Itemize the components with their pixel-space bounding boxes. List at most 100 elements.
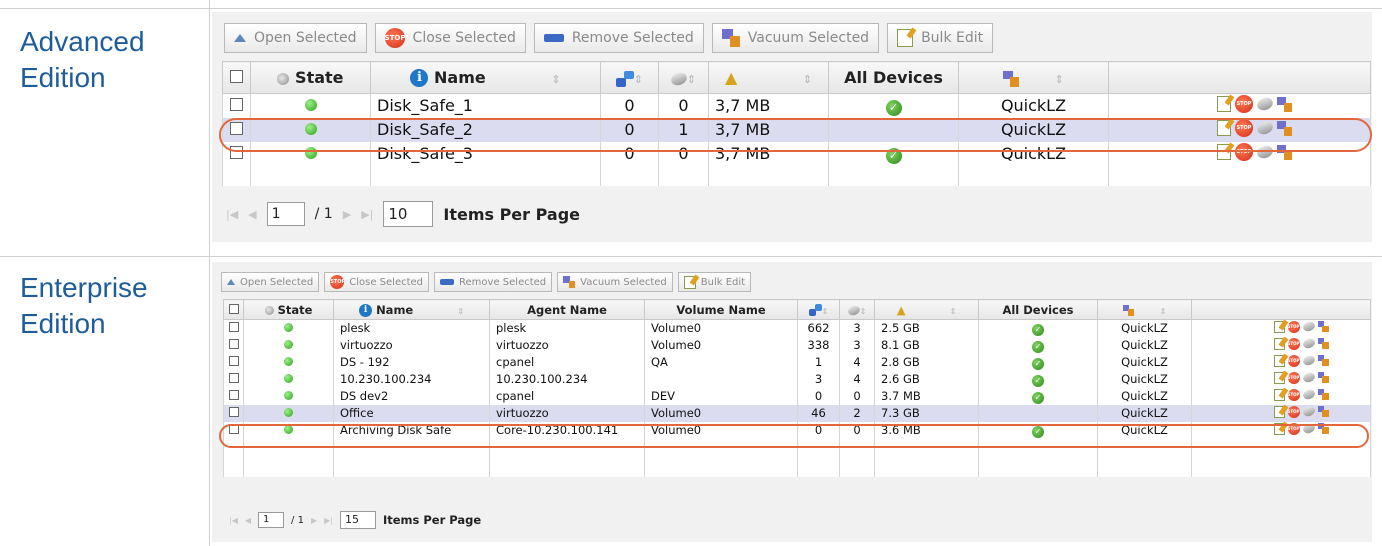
all-devices-cell: ✓ — [978, 370, 1098, 388]
vacuum-icon[interactable] — [1317, 338, 1329, 349]
row-checkbox[interactable] — [228, 322, 239, 333]
remove-selected-button[interactable]: Remove Selected — [434, 272, 553, 292]
stop-icon[interactable]: STOP — [1287, 388, 1300, 401]
select-all-checkbox[interactable] — [228, 303, 239, 314]
state-column-header[interactable]: State — [243, 299, 334, 320]
all-devices-column-header[interactable]: All Devices — [978, 299, 1098, 320]
last-page-icon[interactable]: ▶| — [324, 516, 333, 525]
table-row[interactable]: DS - 192 cpanel QA 1 4 2.8 GB ✓ QuickLZ STOP — [223, 353, 1371, 371]
vacuum-icon[interactable] — [1317, 372, 1329, 383]
disk-icon[interactable] — [1301, 320, 1316, 334]
table-row[interactable]: DS dev2 cpanel DEV 0 0 3.7 MB ✓ QuickLZ STOP — [223, 387, 1371, 405]
edit-icon[interactable] — [1273, 371, 1285, 384]
state-online-icon — [284, 374, 293, 383]
vacuum-icon[interactable] — [1317, 406, 1329, 417]
prev-page-icon[interactable]: ◀ — [245, 516, 251, 525]
vacuum-icon[interactable] — [1317, 355, 1329, 366]
stop-icon[interactable]: STOP — [1287, 405, 1300, 418]
remove-selected-button[interactable]: Remove Selected — [533, 23, 704, 53]
select-all-header[interactable] — [223, 299, 244, 320]
size-column-header[interactable]: ▲ ⇕ — [874, 299, 979, 320]
disk-icon[interactable] — [1255, 95, 1275, 113]
open-icon — [227, 279, 235, 285]
disk-safe-name[interactable]: Disk_Safe_1 — [370, 93, 601, 118]
vacuum-icon[interactable] — [1317, 321, 1329, 333]
stop-icon[interactable]: STOP — [1287, 320, 1300, 333]
table-row[interactable]: plesk plesk Volume0 662 3 2.5 GB ✓ QuickLZ STOP — [223, 319, 1371, 337]
agents-column-header[interactable]: ⇕ — [797, 299, 840, 320]
table-row[interactable]: Office virtuozzo Volume0 46 2 7.3 GB QuickLZ ST… — [223, 404, 1371, 422]
disk-icon[interactable] — [1301, 371, 1316, 384]
items-per-page-input[interactable]: 10 — [383, 201, 434, 227]
name-column-header[interactable]: i Name ⇕ — [370, 61, 601, 94]
disks-count: 0 — [839, 387, 875, 405]
stop-icon[interactable]: STOP — [1287, 354, 1300, 367]
select-all-checkbox[interactable] — [230, 70, 243, 83]
table-row[interactable]: 10.230.100.234 10.230.100.234 3 4 2.6 GB ✓ Qui… — [223, 370, 1371, 388]
edit-icon[interactable] — [1217, 96, 1231, 113]
agent-name-column-header[interactable]: Agent Name — [489, 299, 645, 320]
next-page-icon[interactable]: ▶ — [343, 208, 351, 221]
state-column-header[interactable]: State — [250, 61, 371, 94]
table-row[interactable]: virtuozzo virtuozzo Volume0 338 3 8.1 GB ✓ Quic… — [223, 336, 1371, 354]
page-number-input[interactable]: 1 — [266, 202, 305, 226]
disks-column-header[interactable]: ⇕ — [839, 299, 875, 320]
vacuum-icon[interactable] — [1317, 389, 1329, 400]
vacuum-icon[interactable] — [1277, 96, 1292, 112]
edit-icon[interactable] — [1273, 354, 1285, 367]
disk-safe-name[interactable]: DS dev2 — [333, 387, 490, 405]
close-selected-button[interactable]: STOP Close Selected — [374, 23, 526, 53]
bulk-edit-button[interactable]: Bulk Edit — [887, 23, 994, 53]
info-icon: i — [359, 303, 373, 317]
edit-icon[interactable] — [1273, 337, 1285, 350]
disks-column-header[interactable]: ⇕ — [658, 61, 709, 94]
edit-icon[interactable] — [1273, 320, 1285, 333]
row-checkbox[interactable] — [228, 407, 239, 417]
last-page-icon[interactable]: ▶| — [361, 208, 373, 221]
compression-column-header[interactable]: ⇕ — [1097, 299, 1192, 320]
vacuum-selected-button[interactable]: Vacuum Selected — [557, 272, 673, 292]
disk-safe-name[interactable]: virtuozzo — [333, 336, 490, 354]
sort-icon: ⇕ — [1159, 306, 1167, 316]
stop-icon[interactable]: STOP — [1287, 337, 1300, 350]
all-devices-column-header[interactable]: All Devices — [828, 61, 959, 94]
edit-icon[interactable] — [1273, 388, 1285, 401]
first-page-icon[interactable]: |◀ — [229, 516, 238, 525]
row-checkbox[interactable] — [228, 390, 239, 400]
page-number-input[interactable]: 1 — [258, 512, 285, 528]
table-row[interactable]: Disk_Safe_1 0 0 3,7 MB ✓ QuickLZ STOP — [222, 93, 1371, 118]
disk-icon[interactable] — [1301, 405, 1316, 418]
disk-icon[interactable] — [1301, 388, 1316, 401]
row-checkbox[interactable] — [228, 373, 239, 383]
all-devices-cell: ✓ — [978, 336, 1098, 354]
agents-column-header[interactable]: ⇕ — [600, 61, 659, 94]
size-column-header[interactable]: ▲ ⇕ — [708, 61, 829, 94]
vacuum-selected-button[interactable]: Vacuum Selected — [711, 23, 880, 53]
prev-page-icon[interactable]: ◀ — [248, 208, 256, 221]
disk-icon[interactable] — [1301, 337, 1316, 350]
disk-safe-name[interactable]: plesk — [333, 319, 490, 337]
bulk-edit-button[interactable]: Bulk Edit — [677, 272, 752, 292]
disk-safe-name[interactable]: Office — [333, 404, 490, 422]
row-checkbox[interactable] — [230, 98, 243, 112]
compression-icon — [1122, 304, 1134, 316]
select-all-header[interactable] — [222, 61, 251, 94]
edit-icon[interactable] — [1273, 405, 1285, 418]
open-selected-button[interactable]: Open Selected — [224, 23, 367, 53]
name-column-header[interactable]: i Name ⇕ — [333, 299, 490, 320]
volume-name-column-header[interactable]: Volume Name — [644, 299, 798, 320]
stop-icon[interactable]: STOP — [1287, 371, 1300, 384]
row-checkbox[interactable] — [228, 356, 239, 366]
disk-icon[interactable] — [1301, 354, 1316, 367]
compression-column-header[interactable]: ⇕ — [958, 61, 1109, 94]
disk-safe-name[interactable]: DS - 192 — [333, 353, 490, 371]
close-selected-button[interactable]: STOP Close Selected — [324, 272, 430, 292]
disk-safe-name[interactable]: 10.230.100.234 — [333, 370, 490, 388]
volume-name: Volume0 — [644, 404, 798, 422]
open-selected-button[interactable]: Open Selected — [221, 272, 320, 292]
stop-icon[interactable]: STOP — [1235, 95, 1253, 114]
next-page-icon[interactable]: ▶ — [311, 516, 317, 525]
items-per-page-input[interactable]: 15 — [339, 511, 376, 529]
row-checkbox[interactable] — [228, 339, 239, 349]
first-page-icon[interactable]: |◀ — [226, 208, 238, 221]
